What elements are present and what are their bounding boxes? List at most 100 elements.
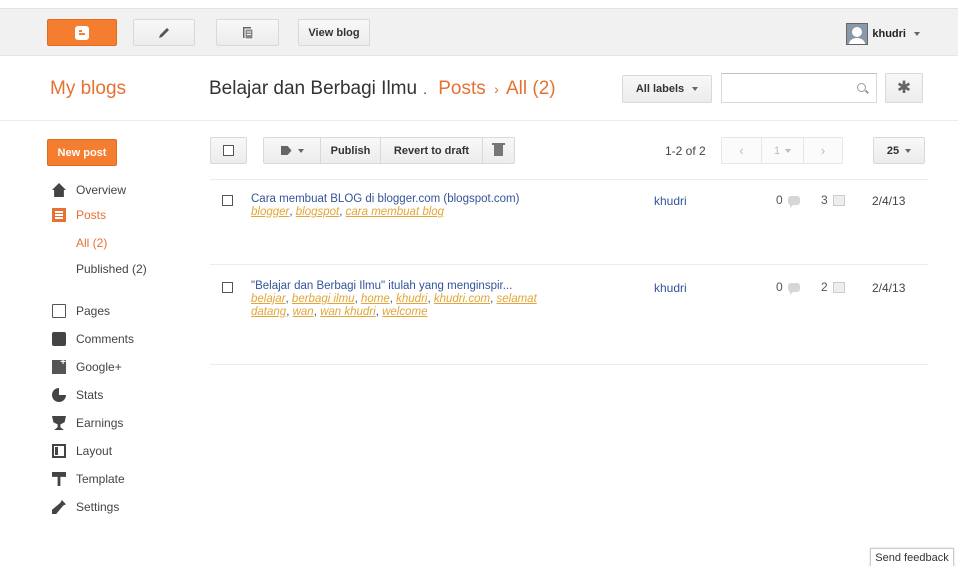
- comment-icon: [787, 282, 800, 295]
- delete-button[interactable]: [482, 137, 515, 164]
- chevron-down-icon: [692, 87, 699, 91]
- post-tag[interactable]: belajar: [251, 293, 286, 305]
- comment-icon: [787, 195, 800, 208]
- view-count: 3: [821, 193, 845, 207]
- search-input[interactable]: [721, 73, 877, 103]
- user-menu[interactable]: khudri: [846, 23, 920, 45]
- view-blog-button[interactable]: View blog: [298, 19, 370, 46]
- sidebar-item-label: Layout: [76, 444, 113, 458]
- sidebar-item-label: Pages: [76, 304, 111, 318]
- sidebar-item-overview[interactable]: Overview: [52, 180, 126, 200]
- sidebar-item-comments[interactable]: Comments: [52, 329, 134, 349]
- divider: [210, 179, 928, 180]
- copy-icon: [242, 26, 253, 39]
- my-blogs-link[interactable]: My blogs: [50, 78, 126, 100]
- sidebar-item-earnings[interactable]: Earnings: [52, 413, 123, 433]
- sidebar-item-posts[interactable]: Posts: [52, 205, 106, 225]
- pageviews-icon: [832, 281, 845, 293]
- chevron-down-icon: [297, 148, 304, 153]
- divider: [210, 264, 928, 265]
- avatar: [846, 23, 869, 45]
- sidebar-subitem-published[interactable]: Published (2): [76, 262, 147, 276]
- select-all-checkbox[interactable]: [210, 137, 247, 164]
- gear-icon: ✱: [896, 78, 912, 97]
- post-author[interactable]: khudri: [654, 194, 687, 208]
- post-tag[interactable]: blogspot: [296, 206, 339, 218]
- blogger-logo-button[interactable]: [47, 19, 117, 46]
- row-checkbox[interactable]: [222, 195, 233, 206]
- post-title[interactable]: "Belajar dan Berbagi Ilmu" itulah yang m…: [251, 280, 512, 292]
- sidebar-item-label: Posts: [76, 208, 107, 222]
- sidebar-item-label: Comments: [76, 332, 135, 346]
- pageviews-icon: [832, 194, 845, 206]
- wrench-icon: [52, 500, 66, 514]
- blog-title[interactable]: Belajar dan Berbagi Ilmu: [209, 78, 417, 99]
- view-count-value: 3: [821, 193, 828, 207]
- per-page-dropdown[interactable]: 25: [873, 137, 925, 164]
- post-tag[interactable]: khudri: [396, 293, 427, 305]
- blogger-logo-icon: [75, 25, 89, 40]
- sidebar-item-pages[interactable]: Pages: [52, 301, 110, 321]
- comment-count: 0: [776, 193, 800, 208]
- sidebar-item-google-plus[interactable]: Google+: [52, 357, 122, 377]
- posts-icon: [52, 208, 66, 222]
- settings-gear-button[interactable]: ✱: [885, 73, 923, 103]
- chevron-down-icon: [914, 32, 920, 36]
- sidebar-item-template[interactable]: Template: [52, 469, 125, 489]
- trophy-icon: [52, 416, 66, 430]
- view-count-value: 2: [821, 280, 828, 294]
- breadcrumb: Belajar dan Berbagi Ilmu. Posts › All (2…: [209, 78, 556, 100]
- username: khudri: [872, 28, 906, 40]
- layout-icon: [52, 444, 66, 458]
- checkbox-icon: [223, 145, 234, 156]
- post-body: Cara membuat BLOG di blogger.com (blogsp…: [251, 193, 520, 218]
- all-labels-label: All labels: [635, 83, 685, 95]
- copy-button[interactable]: [216, 19, 279, 46]
- sidebar-item-settings[interactable]: Settings: [52, 497, 119, 517]
- post-author[interactable]: khudri: [654, 281, 687, 295]
- post-tag[interactable]: wan: [293, 306, 314, 318]
- post-tag[interactable]: home: [361, 293, 390, 305]
- sidebar-item-label: Overview: [76, 183, 127, 197]
- post-tag[interactable]: cara membuat blog: [346, 206, 444, 218]
- prev-page-button[interactable]: ‹: [721, 137, 761, 164]
- post-tag[interactable]: berbagi ilmu: [292, 293, 355, 305]
- next-page-button[interactable]: ›: [803, 137, 843, 164]
- title-separator: .: [423, 81, 427, 97]
- view-count: 2: [821, 280, 845, 294]
- label-icon: [280, 146, 292, 155]
- top-bar: View blog khudri: [0, 8, 958, 56]
- chevron-left-icon: ‹: [739, 143, 744, 158]
- all-labels-dropdown[interactable]: All labels: [622, 75, 712, 103]
- comments-icon: [52, 332, 66, 346]
- post-tag[interactable]: wan khudri: [320, 306, 376, 318]
- comment-count: 0: [776, 280, 800, 295]
- row-checkbox[interactable]: [222, 282, 233, 293]
- comment-count-value: 0: [776, 193, 783, 207]
- divider: [210, 364, 928, 365]
- sidebar-item-stats[interactable]: Stats: [52, 385, 103, 405]
- search-icon[interactable]: [857, 83, 866, 92]
- label-dropdown-button[interactable]: [263, 137, 320, 164]
- publish-button[interactable]: Publish: [320, 137, 380, 164]
- crumb-posts[interactable]: Posts: [438, 78, 486, 99]
- post-tag[interactable]: welcome: [382, 306, 427, 318]
- pages-icon: [52, 304, 66, 318]
- table-row[interactable]: "Belajar dan Berbagi Ilmu" itulah yang m…: [210, 280, 928, 350]
- table-row[interactable]: Cara membuat BLOG di blogger.com (blogsp…: [210, 193, 928, 253]
- send-feedback-button[interactable]: Send feedback: [870, 548, 954, 566]
- page-select[interactable]: 1: [761, 137, 803, 164]
- post-title[interactable]: Cara membuat BLOG di blogger.com (blogsp…: [251, 193, 519, 205]
- revert-to-draft-button[interactable]: Revert to draft: [380, 137, 482, 164]
- comment-count-value: 0: [776, 280, 783, 294]
- sidebar-item-layout[interactable]: Layout: [52, 441, 112, 461]
- trash-icon: [492, 143, 505, 156]
- new-post-button[interactable]: New post: [47, 139, 117, 166]
- results-count: 1-2 of 2: [665, 144, 706, 158]
- new-post-pencil-button[interactable]: [133, 19, 195, 46]
- sidebar-subitem-all[interactable]: All (2): [76, 236, 107, 250]
- post-date: 2/4/13: [872, 194, 906, 208]
- post-body: "Belajar dan Berbagi Ilmu" itulah yang m…: [251, 280, 537, 318]
- post-tag[interactable]: khudri.com: [434, 293, 490, 305]
- post-tag[interactable]: blogger: [251, 206, 289, 218]
